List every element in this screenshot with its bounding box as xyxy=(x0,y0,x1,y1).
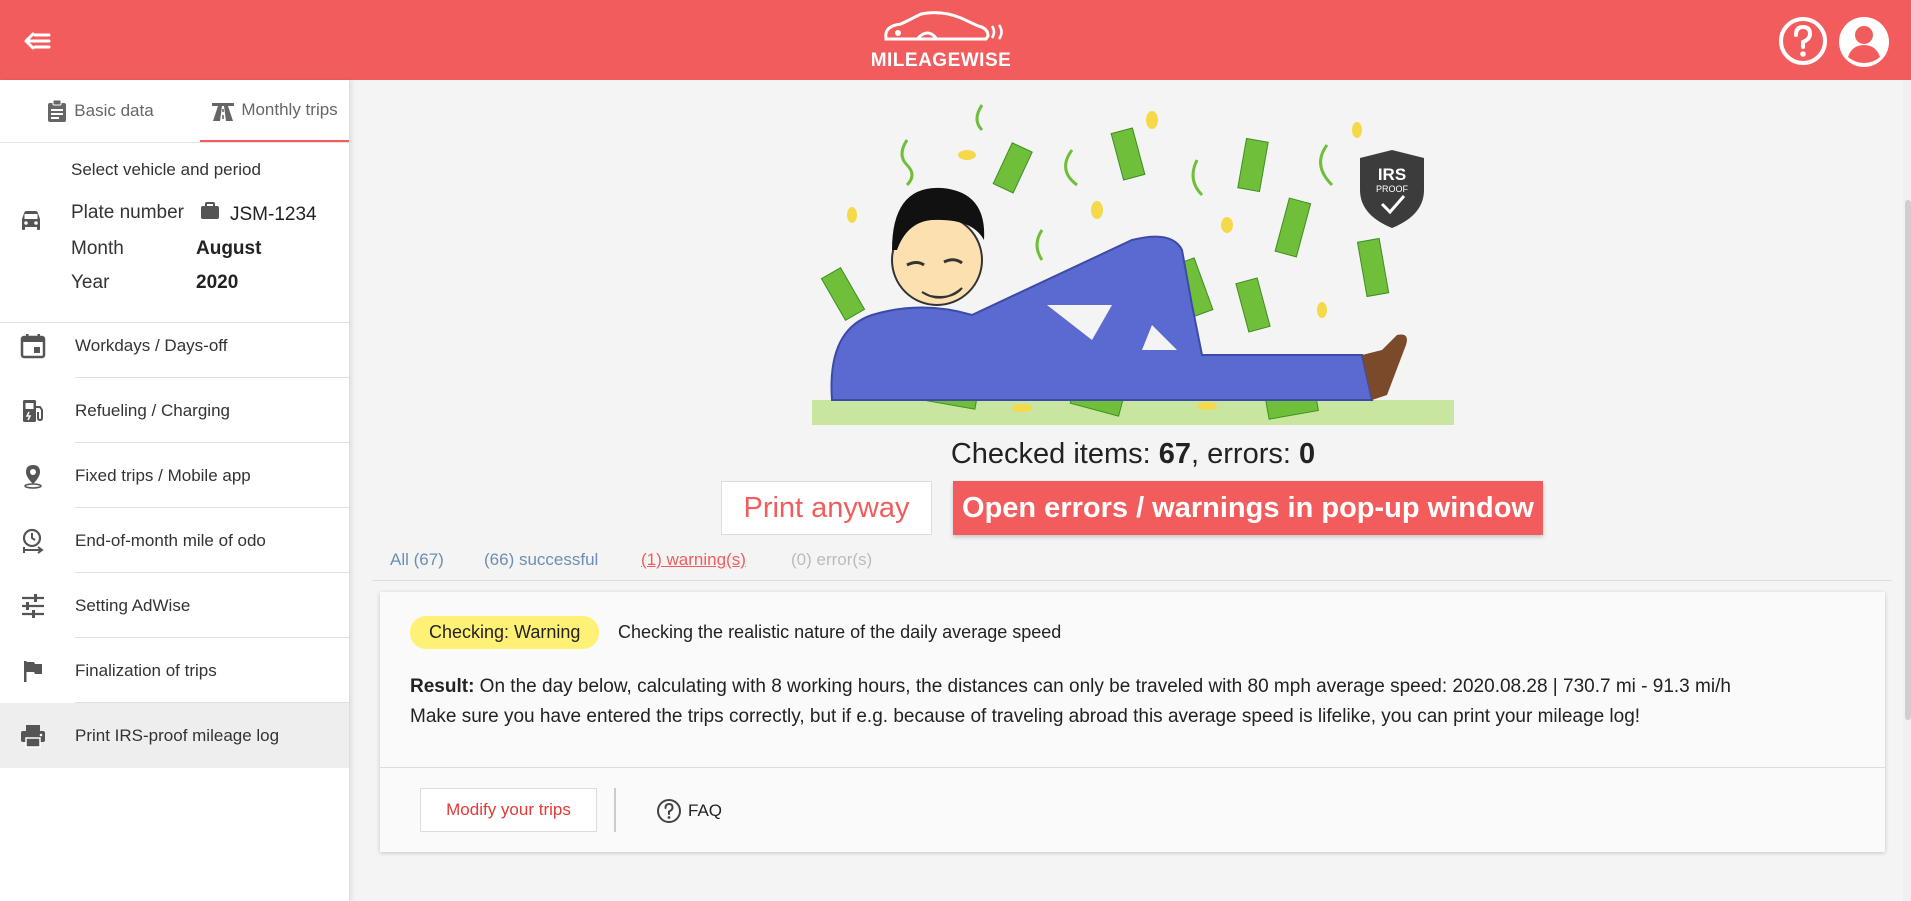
check-title: Checking the realistic nature of the dai… xyxy=(618,622,1062,642)
car-icon xyxy=(18,209,44,238)
vehicle-period-selector[interactable]: Select vehicle and period Plate number J… xyxy=(0,142,349,323)
sliders-icon xyxy=(22,594,44,618)
tab-basic-data[interactable]: Basic data xyxy=(0,80,200,142)
sidebar-tabs: Basic data Monthly trips xyxy=(0,80,349,143)
sidebar-item-label: Finalization of trips xyxy=(75,660,217,680)
result-detail: On the day below, calculating with 8 wor… xyxy=(474,676,1731,697)
result-filter-tabs: All (67) (66) successful (1) warning(s) … xyxy=(372,548,1892,581)
scrollbar[interactable] xyxy=(1903,80,1911,901)
sidebar-item-workdays[interactable]: Workdays / Days-off xyxy=(0,313,349,378)
clipboard-icon xyxy=(48,99,67,122)
month-label: Month xyxy=(71,238,124,259)
plate-number-label: Plate number xyxy=(71,202,185,223)
sidebar-item-label: Refueling / Charging xyxy=(75,400,230,420)
month-value: August xyxy=(196,238,262,259)
sidebar: Basic data Monthly trips Select vehicle … xyxy=(0,80,350,901)
logo-text: MILEAGEWISE xyxy=(870,50,1012,71)
fuel-pump-icon xyxy=(23,400,43,422)
sidebar-item-fixed-trips[interactable]: Fixed trips / Mobile app xyxy=(0,443,349,508)
result-note: Make sure you have entered the trips cor… xyxy=(410,706,1641,727)
modify-trips-button[interactable]: Modify your trips xyxy=(420,788,597,832)
car-logo-icon xyxy=(884,11,1003,41)
badge-text: IRS xyxy=(1378,165,1406,184)
filter-errors[interactable]: (0) error(s) xyxy=(791,550,872,570)
arrow-back-menu-icon[interactable] xyxy=(22,26,52,56)
mileagewise-logo[interactable]: MILEAGEWISE xyxy=(866,8,1016,74)
errors-count: 0 xyxy=(1299,438,1316,470)
help-circle-icon xyxy=(657,799,681,823)
briefcase-icon xyxy=(200,202,220,225)
help-circle-icon[interactable] xyxy=(1778,16,1828,66)
sidebar-item-print[interactable]: Print IRS-proof mileage log xyxy=(0,703,349,768)
sidebar-item-adwise[interactable]: Setting AdWise xyxy=(0,573,349,638)
sidebar-item-label: Setting AdWise xyxy=(75,595,191,615)
filter-all[interactable]: All (67) xyxy=(390,550,444,570)
year-value: 2020 xyxy=(196,272,239,293)
sidebar-item-label: Workdays / Days-off xyxy=(75,335,228,355)
badge-text: PROOF xyxy=(1376,184,1409,194)
road-icon xyxy=(212,103,235,121)
location-pin-icon xyxy=(24,465,42,489)
printer-icon xyxy=(21,725,45,748)
plate-number-value: JSM-1234 xyxy=(230,204,317,225)
divider xyxy=(380,767,1885,768)
tab-label: Monthly trips xyxy=(241,100,338,119)
clock-arrow-icon xyxy=(22,528,44,554)
sidebar-item-label: Print IRS-proof mileage log xyxy=(75,725,280,745)
summary-prefix: Checked items: xyxy=(950,438,1159,470)
success-illustration: IRS PROOF xyxy=(812,100,1454,425)
sidebar-item-finalization[interactable]: Finalization of trips xyxy=(0,638,349,703)
flag-icon xyxy=(24,661,42,682)
warning-badge: Checking: Warning xyxy=(410,616,600,649)
account-circle-icon[interactable] xyxy=(1838,16,1890,68)
tab-monthly-trips[interactable]: Monthly trips xyxy=(200,80,349,142)
print-anyway-button[interactable]: Print anyway xyxy=(721,481,932,535)
sidebar-item-label: End-of-month mile of odo xyxy=(75,530,266,550)
sidebar-item-odometer[interactable]: End-of-month mile of odo xyxy=(0,508,349,573)
warning-card: Checking: Warning Checking the realistic… xyxy=(380,592,1885,852)
check-summary: Checked items: 67, errors: 0 xyxy=(812,438,1454,471)
faq-label: FAQ xyxy=(688,801,723,820)
vertical-divider xyxy=(614,788,616,832)
filter-warnings[interactable]: (1) warning(s) xyxy=(641,550,746,570)
vehicle-block-title: Select vehicle and period xyxy=(71,160,261,179)
filter-successful[interactable]: (66) successful xyxy=(484,550,598,570)
result-label: Result: xyxy=(410,676,475,697)
open-errors-popup-button[interactable]: Open errors / warnings in pop-up window xyxy=(953,481,1543,535)
result-text: Result: On the day below, calculating wi… xyxy=(410,672,1860,732)
summary-middle: , errors: xyxy=(1191,438,1299,470)
faq-link[interactable]: FAQ xyxy=(656,798,722,824)
checked-items-count: 67 xyxy=(1158,438,1192,470)
scrollbar-thumb[interactable] xyxy=(1905,200,1911,720)
sidebar-item-label: Fixed trips / Mobile app xyxy=(75,465,251,485)
tab-label: Basic data xyxy=(74,101,154,120)
top-bar: MILEAGEWISE xyxy=(0,0,1911,80)
calendar-icon xyxy=(20,334,46,359)
year-label: Year xyxy=(71,272,110,293)
sidebar-item-refueling[interactable]: Refueling / Charging xyxy=(0,378,349,443)
